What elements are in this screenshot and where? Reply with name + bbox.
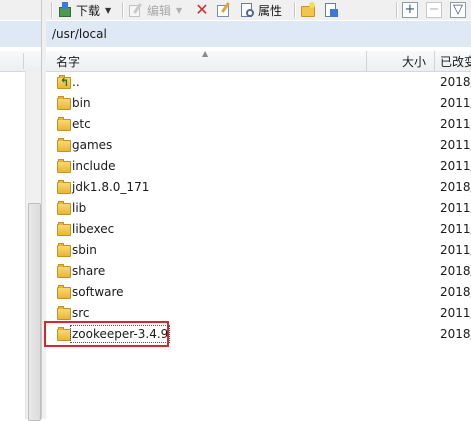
folder-icon [56, 95, 72, 111]
list-item[interactable]: games 2011/ [46, 135, 471, 156]
left-pane [0, 0, 42, 421]
list-item[interactable]: sbin 2011/ [46, 240, 471, 261]
toolbar-separator [51, 2, 53, 18]
new-folder-icon [300, 2, 316, 18]
properties-button[interactable]: 属性 [239, 1, 282, 19]
toolbar-separator [294, 2, 296, 18]
list-item-parent[interactable]: .. 2018/ [46, 72, 471, 93]
filter-icon: ▽ [450, 2, 466, 18]
name-column-header[interactable]: 名字 ▲ [46, 49, 367, 71]
file-modified: 2011/ [440, 96, 471, 110]
file-modified: 2018/ [440, 75, 471, 89]
folder-icon [56, 179, 72, 195]
folder-icon [56, 242, 72, 258]
file-modified: 2011/ [440, 159, 471, 173]
list-item[interactable]: software 2018/ [46, 282, 471, 303]
file-name: libexec [72, 222, 115, 236]
size-column-header[interactable]: 大小 [367, 51, 435, 71]
minus-icon: − [426, 2, 442, 18]
folder-icon [56, 221, 72, 237]
list-item[interactable]: etc 2011/ [46, 114, 471, 135]
download-label: 下载 [76, 3, 101, 18]
new-folder-button[interactable] [300, 1, 316, 19]
delete-icon: ✕ [195, 0, 209, 19]
file-name: lib [72, 201, 87, 215]
file-modified: 2011/ [440, 138, 471, 152]
toolbar-separator [396, 2, 398, 18]
select-files-button[interactable]: + [402, 1, 418, 19]
download-button[interactable]: 下载 ▼ [57, 1, 111, 19]
folder-icon [56, 284, 72, 300]
file-modified: 2018/ [440, 285, 471, 299]
left-path-bar [0, 21, 41, 47]
chevron-down-icon[interactable]: ▼ [105, 6, 111, 15]
left-column-header [0, 51, 41, 72]
left-toolbar-strip [0, 0, 41, 20]
list-item-selected[interactable]: zookeeper-3.4.9 2018/ [44, 321, 471, 347]
file-modified: 2011/ [440, 201, 471, 215]
edit-icon [128, 2, 144, 18]
file-name: bin [72, 96, 91, 110]
download-icon [57, 2, 73, 18]
size-column-label: 大小 [401, 54, 426, 69]
file-modified: 2018/ [440, 180, 471, 194]
left-header-separator [23, 53, 24, 69]
file-modified: 2011/ [440, 243, 471, 257]
file-modified: 2018/ [440, 327, 471, 341]
plus-icon: + [402, 2, 418, 18]
folder-icon [56, 263, 72, 279]
edit-label: 编辑 [147, 3, 172, 18]
file-name: etc [72, 117, 91, 131]
properties-icon [239, 2, 255, 18]
list-item[interactable]: include 2011/ [46, 156, 471, 177]
file-list: .. 2018/ bin 2011/ etc 2011/ games 2011/… [44, 72, 471, 419]
toolbar-separator [122, 2, 124, 18]
sort-ascending-icon: ▲ [202, 49, 209, 58]
column-header: 名字 ▲ 大小 已改变 [46, 49, 471, 72]
path-bar[interactable]: /usr/local [46, 21, 471, 47]
file-name: src [72, 306, 90, 320]
name-column-label: 名字 [56, 54, 81, 69]
list-item[interactable]: lib 2011/ [46, 198, 471, 219]
modified-column-header[interactable]: 已改变 [435, 51, 471, 71]
folder-icon [56, 200, 72, 216]
left-scrollbar-thumb[interactable] [28, 203, 41, 421]
current-path: /usr/local [52, 27, 107, 41]
modified-column-label: 已改变 [440, 54, 471, 69]
file-modified: 2011/ [440, 222, 471, 236]
file-name: games [72, 138, 113, 152]
unselect-files-button[interactable]: − [426, 1, 442, 19]
rename-icon [216, 2, 232, 18]
folder-icon [56, 116, 72, 132]
parent-folder-icon [56, 74, 72, 90]
file-name: software [72, 285, 124, 299]
new-file-icon [323, 2, 339, 18]
list-item[interactable]: jdk1.8.0_171 2018/ [46, 177, 471, 198]
new-file-button[interactable] [323, 1, 339, 19]
list-item[interactable]: bin 2011/ [46, 93, 471, 114]
file-name: zookeeper-3.4.9 [69, 325, 171, 343]
properties-label: 属性 [258, 3, 283, 18]
rename-button[interactable] [216, 1, 232, 19]
left-scrollbar[interactable] [25, 71, 42, 421]
folder-icon [56, 326, 72, 342]
folder-icon [56, 137, 72, 153]
file-name: include [72, 159, 116, 173]
file-name: share [72, 264, 106, 278]
edit-button[interactable]: 编辑 ▼ [128, 1, 182, 19]
folder-icon [56, 158, 72, 174]
file-name: sbin [72, 243, 97, 257]
list-item[interactable]: share 2018/ [46, 261, 471, 282]
file-name: .. [72, 75, 80, 89]
file-modified: 2018/ [440, 264, 471, 278]
filter-button[interactable]: ▽ [450, 1, 466, 19]
chevron-down-icon[interactable]: ▼ [176, 6, 182, 15]
delete-button[interactable]: ✕ [194, 1, 210, 19]
file-modified: 2011/ [440, 306, 471, 320]
folder-icon [56, 305, 72, 321]
file-modified: 2011/ [440, 117, 471, 131]
list-item[interactable]: libexec 2011/ [46, 219, 471, 240]
toolbar: 下载 ▼ 编辑 ▼ ✕ 属性 + − ▽ [46, 0, 471, 20]
file-name: jdk1.8.0_171 [72, 180, 150, 194]
